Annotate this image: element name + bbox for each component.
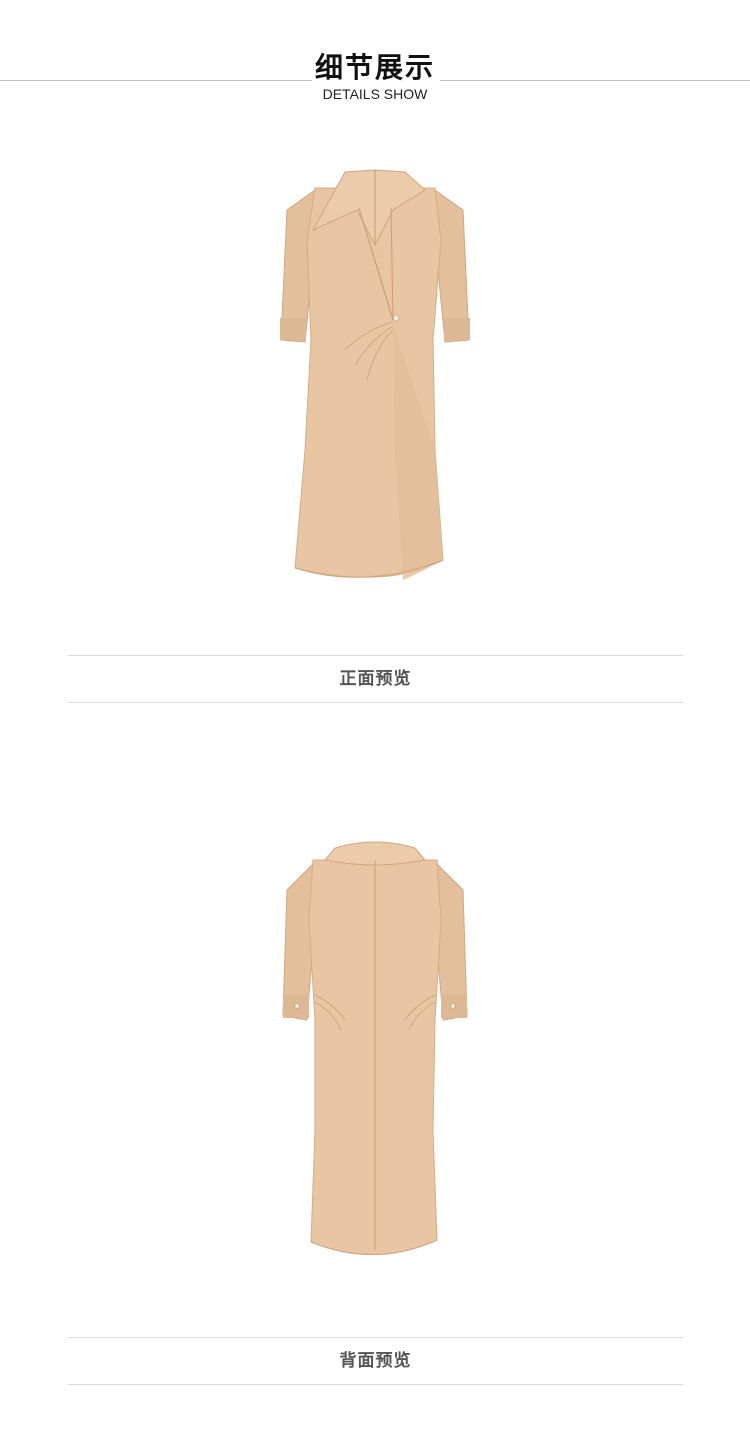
caption-divider-bottom: [68, 1384, 683, 1385]
section-title: 细节展示: [314, 51, 435, 84]
dress-front-illustration: [280, 169, 470, 580]
front-preview-label: 正面预览: [339, 669, 412, 689]
dress-front-image: [0, 150, 750, 590]
section-header: 细节展示 DETAILS SHOW: [0, 0, 750, 110]
caption-divider-bottom: [68, 702, 683, 703]
back-preview-label: 背面预览: [339, 1351, 412, 1371]
back-preview-caption-bar: 背面预览: [68, 1337, 683, 1385]
section-subtitle: DETAILS SHOW: [322, 86, 428, 102]
dress-back-illustration: [282, 841, 468, 1255]
front-preview-caption-bar: 正面预览: [68, 655, 683, 703]
dress-back-image: [0, 830, 750, 1270]
